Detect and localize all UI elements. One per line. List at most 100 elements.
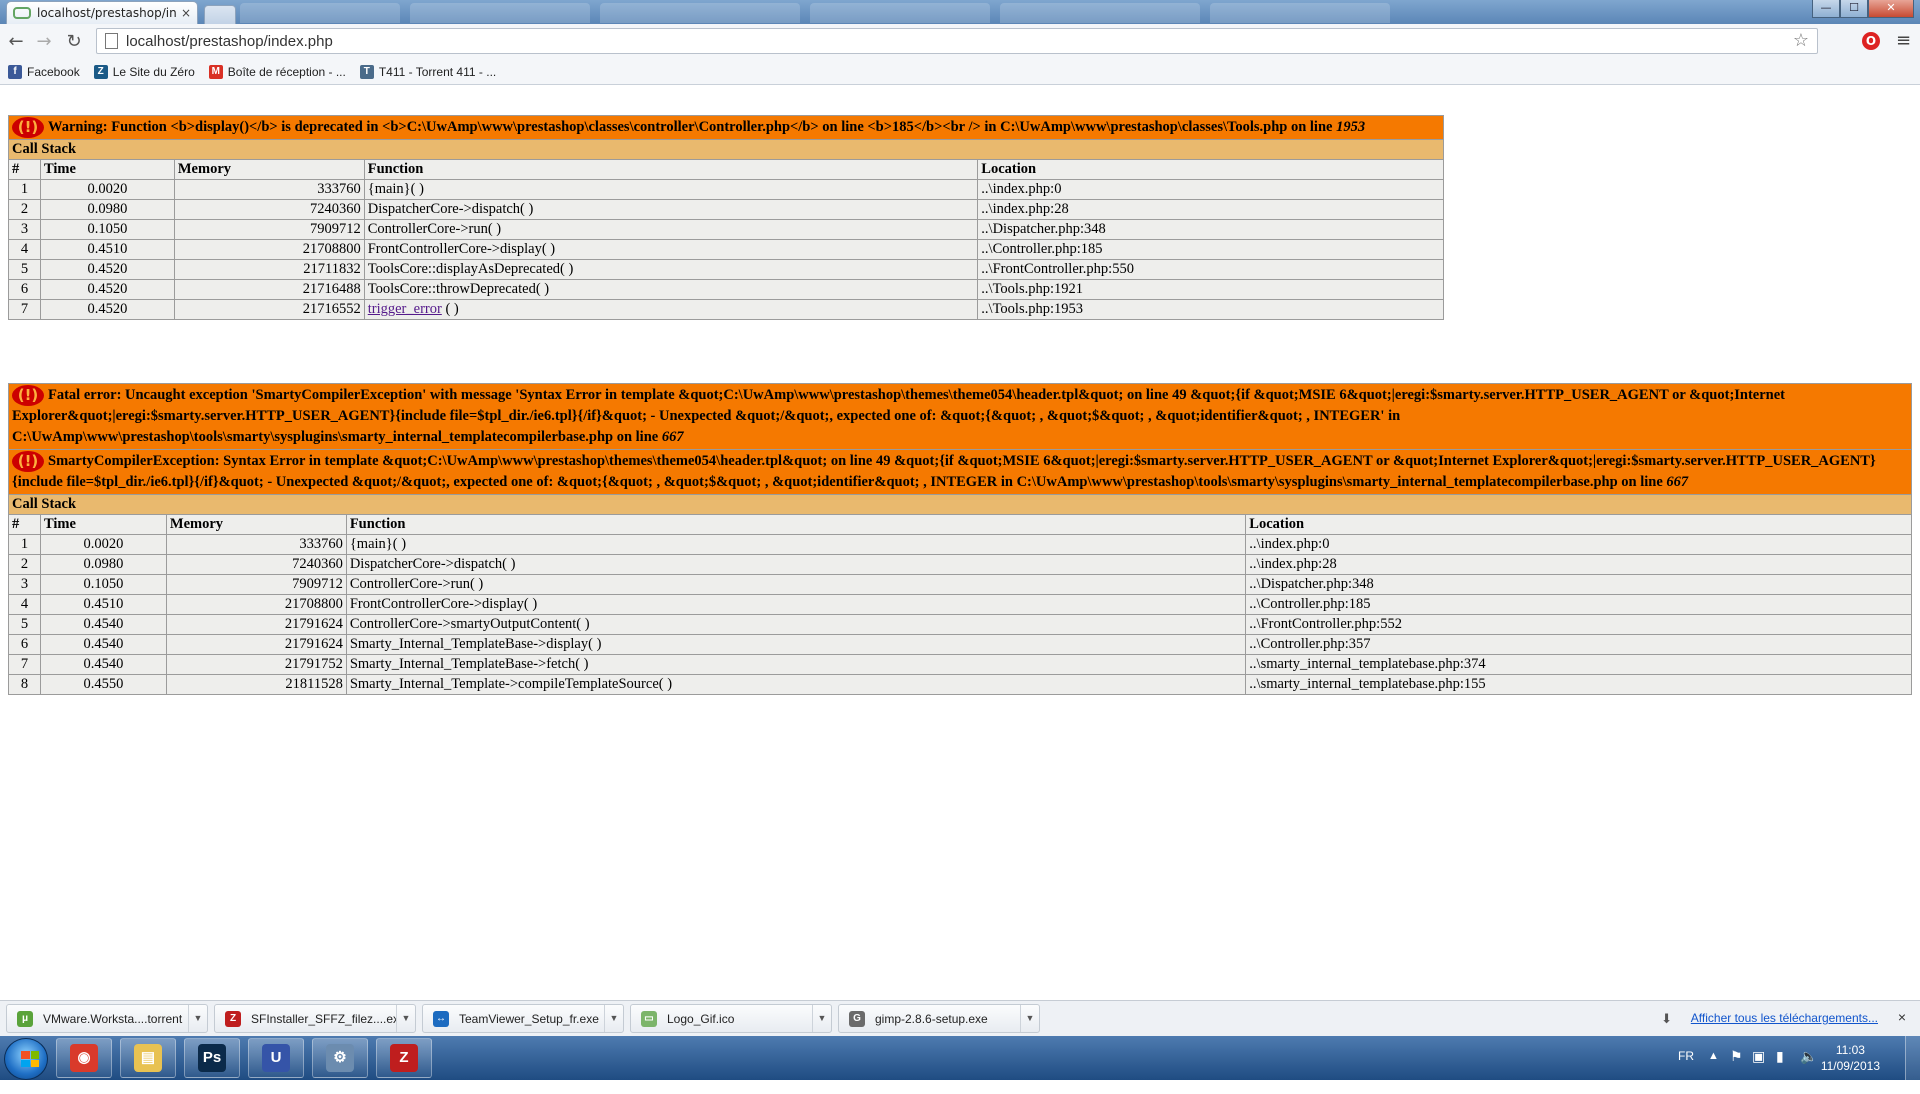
frame-location: ..\Controller.php:185: [977, 239, 1444, 261]
taskbar-app-uwamp[interactable]: U: [248, 1038, 304, 1078]
page-content: (!) Warning: Function <b>display()</b> is…: [0, 85, 1920, 997]
gmail-icon: M: [208, 65, 223, 79]
frame-location: ..\Controller.php:357: [1245, 634, 1912, 656]
tray-app-icon[interactable]: ▣: [1752, 1048, 1765, 1092]
frame-function: Smarty_Internal_TemplateBase->fetch( ): [345, 654, 1247, 676]
address-bar[interactable]: localhost/prestashop/index.php ☆: [96, 28, 1818, 54]
opera-extension-icon[interactable]: O: [1862, 32, 1880, 50]
error-icon: (!): [12, 117, 44, 139]
frame-number: 2: [8, 199, 41, 221]
frame-number: 5: [8, 259, 41, 281]
download-menu-chevron-icon[interactable]: ▼: [188, 1005, 207, 1032]
new-tab-button[interactable]: [204, 5, 236, 25]
maximize-button[interactable]: ☐: [1840, 0, 1868, 18]
table-row: 1 0.0020 333760 {main}( ) ..\index.php:0: [8, 179, 1444, 201]
frame-function: ToolsCore::throwDeprecated( ): [363, 279, 979, 301]
bookmark-item[interactable]: f Facebook: [8, 65, 80, 79]
download-menu-chevron-icon[interactable]: ▼: [1020, 1005, 1039, 1032]
windows-taskbar: FR ▲ ⚑ ▣ ▮ 🔈 11:03 11/09/2013 ◉ ▤ Ps U ⚙ Z: [0, 1036, 1920, 1080]
frame-location: ..\smarty_internal_templatebase.php:155: [1245, 674, 1912, 696]
frame-function: FrontControllerCore->display( ): [363, 239, 979, 261]
download-menu-chevron-icon[interactable]: ▼: [604, 1005, 623, 1032]
taskbar-app-filezilla[interactable]: Z: [376, 1038, 432, 1078]
language-indicator[interactable]: FR: [1678, 1049, 1694, 1093]
column-header: Location: [977, 159, 1444, 181]
bookmarks-bar: f Facebook Z Le Site du Zéro M Boîte de récep…: [0, 60, 1920, 85]
close-shelf-icon[interactable]: ×: [1898, 1009, 1906, 1025]
function-doc-link[interactable]: trigger_error: [368, 301, 442, 317]
bookmark-item[interactable]: M Boîte de réception - ...: [208, 65, 346, 79]
back-arrow-icon[interactable]: ←: [4, 30, 28, 54]
title-bar: localhost/prestashop/index.php × — ☐ ✕: [0, 0, 1920, 25]
taskbar-app-photoshop[interactable]: Ps: [184, 1038, 240, 1078]
frame-time: 0.4510: [39, 239, 175, 261]
frame-function: DispatcherCore->dispatch( ): [345, 554, 1247, 576]
tab-title: localhost/prestashop/index.php: [37, 6, 177, 20]
download-item[interactable]: ↔ TeamViewer_Setup_fr.exe ▼: [422, 1004, 624, 1033]
download-item[interactable]: Ggimp-2.8.6-setup.exe ▼: [838, 1004, 1040, 1033]
menu-icon[interactable]: ≡: [1896, 31, 1912, 51]
exception-message: (!) SmartyCompilerException: Syntax Error…: [8, 449, 1912, 496]
frame-function: ControllerCore->run( ): [345, 574, 1247, 596]
download-item[interactable]: Z SFInstaller_SFFZ_filez....exe ▼: [214, 1004, 416, 1033]
frame-number: 3: [8, 219, 41, 241]
system-clock[interactable]: 11:03 11/09/2013: [1821, 1042, 1880, 1074]
frame-location: ..\index.php:0: [977, 179, 1444, 201]
frame-time: 0.4550: [39, 674, 167, 696]
frame-time: 0.4520: [39, 259, 175, 281]
download-item[interactable]: ▭ Logo_Gif.ico ▼: [630, 1004, 832, 1033]
bookmark-item[interactable]: T T411 - Torrent 411 - ...: [359, 65, 496, 79]
minimize-button[interactable]: —: [1812, 0, 1840, 18]
frame-time: 0.4540: [39, 614, 167, 636]
frame-memory: 21708800: [165, 594, 347, 616]
show-desktop-button[interactable]: [1905, 1036, 1920, 1080]
frame-location: ..\FrontController.php:552: [1245, 614, 1912, 636]
frame-number: 1: [8, 179, 41, 201]
frame-function: ToolsCore::displayAsDeprecated( ): [363, 259, 979, 281]
bookmark-item[interactable]: Z Le Site du Zéro: [93, 65, 195, 79]
taskbar-app-chrome[interactable]: ◉: [56, 1038, 112, 1078]
forward-arrow-icon[interactable]: →: [32, 30, 56, 54]
column-header: #: [8, 159, 41, 181]
tab-active[interactable]: localhost/prestashop/index.php ×: [6, 1, 198, 24]
network-signal-icon[interactable]: ▮: [1776, 1048, 1784, 1092]
window-controls: — ☐ ✕: [1812, 0, 1914, 18]
tray-expand-icon[interactable]: ▲: [1708, 1050, 1719, 1094]
background-window-tab: [240, 3, 400, 23]
start-button[interactable]: [4, 1038, 48, 1080]
download-menu-chevron-icon[interactable]: ▼: [812, 1005, 831, 1032]
action-center-flag-icon[interactable]: ⚑: [1730, 1048, 1743, 1092]
download-item[interactable]: μ VMware.Worksta....torrent ▼: [6, 1004, 208, 1033]
filezilla-icon: Z: [225, 1010, 241, 1027]
show-all-downloads-link[interactable]: Afficher tous les téléchargements...: [1691, 1011, 1878, 1025]
table-row: 4 0.4510 21708800 FrontControllerCore->disp…: [8, 594, 1912, 616]
reload-icon[interactable]: ↻: [62, 30, 86, 54]
frame-time: 0.4510: [39, 594, 167, 616]
teamviewer-icon: ↔: [433, 1010, 449, 1027]
clock-time: 11:03: [1835, 1043, 1865, 1057]
address-text[interactable]: localhost/prestashop/index.php: [126, 33, 333, 50]
taskbar-app-explorer[interactable]: ▤: [120, 1038, 176, 1078]
error-icon: (!): [12, 451, 44, 473]
table-row: 6 0.4540 21791624 Smarty_Internal_TemplateB…: [8, 634, 1912, 656]
facebook-icon: f: [8, 65, 22, 79]
background-window-tab: [810, 3, 990, 23]
tab-close-icon[interactable]: ×: [181, 6, 191, 20]
bookmark-star-icon[interactable]: ☆: [1793, 30, 1809, 51]
taskbar-app-network[interactable]: ⚙: [312, 1038, 368, 1078]
table-row: 2 0.0980 7240360 DispatcherCore->dispatch( …: [8, 554, 1912, 576]
download-menu-chevron-icon[interactable]: ▼: [396, 1005, 415, 1032]
frame-time: 0.4540: [39, 634, 167, 656]
utorrent-icon: μ: [17, 1010, 33, 1027]
gimp-icon: G: [849, 1010, 865, 1027]
close-window-button[interactable]: ✕: [1868, 0, 1914, 18]
bookmark-label: Boîte de réception - ...: [227, 65, 346, 79]
table-row: 5 0.4540 21791624 ControllerCore->smartyOut…: [8, 614, 1912, 636]
frame-time: 0.0020: [39, 179, 175, 201]
frame-time: 0.1050: [39, 574, 167, 596]
siteduzero-icon: Z: [93, 65, 108, 79]
volume-icon[interactable]: 🔈: [1800, 1048, 1817, 1092]
frame-memory: 7909712: [173, 219, 365, 241]
frame-function: {main}( ): [363, 179, 979, 201]
bookmark-label: Facebook: [27, 65, 80, 79]
